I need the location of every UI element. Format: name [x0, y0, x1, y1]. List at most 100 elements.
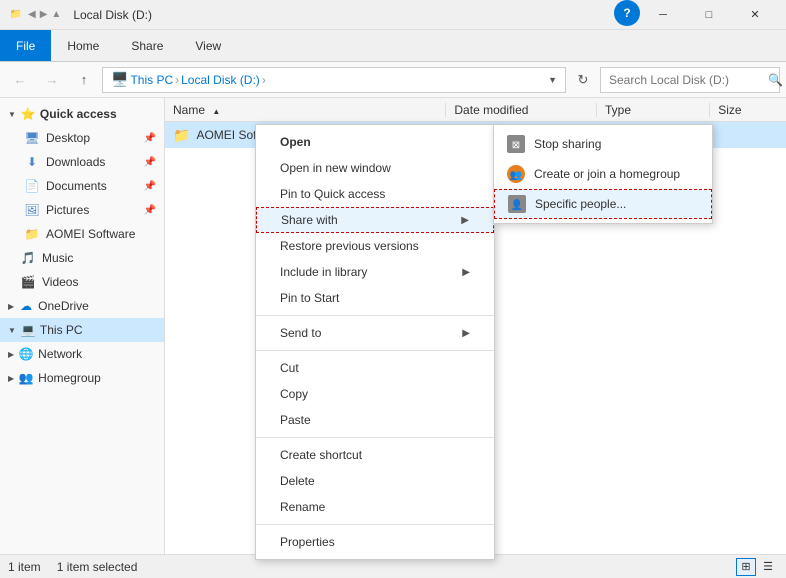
ctx-share-with[interactable]: Share with ▶ — [256, 207, 494, 233]
breadcrumb-thispc[interactable]: This PC — [130, 73, 173, 87]
ribbon-tabs: File Home Share View — [0, 30, 237, 61]
specific-people-label: Specific people... — [535, 197, 626, 211]
ctx-pin-quickaccess[interactable]: Pin to Quick access — [256, 181, 494, 207]
sub-specific-people[interactable]: 👤 Specific people... — [494, 189, 712, 219]
ctx-send-to[interactable]: Send to ▶ — [256, 320, 494, 346]
sidebar-item-music[interactable]: 🎵 Music — [0, 246, 164, 270]
svg-text:👥: 👥 — [510, 170, 522, 181]
ctx-restore-versions[interactable]: Restore previous versions — [256, 233, 494, 259]
music-icon: 🎵 — [20, 250, 36, 266]
thispc-icon: 💻 — [20, 322, 36, 338]
ctx-include-label: Include in library — [280, 265, 367, 279]
close-button[interactable]: ✕ — [732, 0, 778, 30]
sidebar-section-thispc[interactable]: ▼ 💻 This PC — [0, 318, 164, 342]
ctx-include-library[interactable]: Include in library ▶ — [256, 259, 494, 285]
minimize-button[interactable]: ─ — [640, 0, 686, 30]
item-count: 1 item — [8, 560, 41, 574]
col-header-date[interactable]: Date modified — [446, 103, 597, 117]
ctx-sep-3 — [256, 437, 494, 438]
specific-people-icon: 👤 — [507, 194, 527, 214]
ctx-pin-start[interactable]: Pin to Start — [256, 285, 494, 311]
network-icon: 🌐 — [18, 346, 34, 362]
sort-arrow-name: ▲ — [212, 107, 220, 116]
sidebar-section-homegroup[interactable]: ▶ 👥 Homegroup — [0, 366, 164, 390]
breadcrumb-localdisk[interactable]: Local Disk (D:) — [181, 73, 260, 87]
refresh-button[interactable]: ↻ — [570, 67, 596, 93]
ctx-delete[interactable]: Delete — [256, 468, 494, 494]
documents-icon: 📄 — [24, 178, 40, 194]
context-menu: Open Open in new window Pin to Quick acc… — [255, 124, 495, 560]
col-header-name[interactable]: Name ▲ — [165, 103, 446, 117]
expand-arrow-network: ▶ — [8, 350, 14, 359]
ctx-properties[interactable]: Properties — [256, 529, 494, 555]
help-button[interactable]: ? — [614, 0, 640, 26]
tab-home[interactable]: Home — [51, 30, 115, 61]
breadcrumb-icon: 🖥️ — [111, 71, 128, 88]
back-quick-icon: ◀ — [28, 9, 36, 20]
homegroup-share-label: Create or join a homegroup — [534, 167, 680, 181]
sidebar-section-onedrive[interactable]: ▶ ☁ OneDrive — [0, 294, 164, 318]
submenu-share: ⊠ Stop sharing 👥 Create or join a homegr… — [493, 124, 713, 224]
svg-text:👤: 👤 — [511, 198, 523, 211]
tab-view[interactable]: View — [179, 30, 237, 61]
sidebar-label-quickaccess: Quick access — [40, 107, 117, 121]
sidebar-item-desktop[interactable]: 🖥 Desktop 📌 — [12, 126, 164, 150]
sidebar-item-aomei-quick[interactable]: 📁 AOMEI Software — [12, 222, 164, 246]
ctx-open-new-window[interactable]: Open in new window — [256, 155, 494, 181]
col-header-type[interactable]: Type — [597, 103, 710, 117]
homegroup-icon: 👥 — [18, 370, 34, 386]
sidebar-label-music: Music — [42, 251, 73, 265]
aomei-icon-quick: 📁 — [24, 226, 40, 242]
ctx-cut[interactable]: Cut — [256, 355, 494, 381]
address-box[interactable]: 🖥️ This PC › Local Disk (D:) › ▼ — [102, 67, 566, 93]
forward-button[interactable]: → — [38, 67, 66, 93]
tab-share[interactable]: Share — [115, 30, 179, 61]
ctx-rename[interactable]: Rename — [256, 494, 494, 520]
sidebar-label-downloads: Downloads — [46, 155, 105, 169]
sidebar-section-network[interactable]: ▶ 🌐 Network — [0, 342, 164, 366]
sidebar-item-pictures[interactable]: 🖼 Pictures 📌 — [12, 198, 164, 222]
stop-sharing-icon: ⊠ — [506, 134, 526, 154]
sidebar-label-thispc: This PC — [40, 323, 83, 337]
ribbon: File Home Share View — [0, 30, 786, 62]
forward-quick-icon: ▶ — [40, 9, 48, 20]
tab-file[interactable]: File — [0, 30, 51, 61]
search-icon[interactable]: 🔍 — [768, 73, 783, 87]
view-details-button[interactable]: ☰ — [758, 558, 778, 576]
search-box: 🔍 — [600, 67, 780, 93]
back-button[interactable]: ← — [6, 67, 34, 93]
expand-arrow-onedrive: ▶ — [8, 302, 14, 311]
sidebar-item-videos[interactable]: 🎬 Videos — [0, 270, 164, 294]
window-title: Local Disk (D:) — [73, 8, 610, 22]
sidebar-item-documents[interactable]: 📄 Documents 📌 — [12, 174, 164, 198]
search-input[interactable] — [609, 73, 764, 87]
selected-count: 1 item selected — [57, 560, 138, 574]
sidebar-label-onedrive: OneDrive — [38, 299, 89, 313]
col-size-label: Size — [718, 103, 741, 117]
sidebar-item-downloads[interactable]: ⬇ Downloads 📌 — [12, 150, 164, 174]
sidebar-section-quickaccess[interactable]: ▼ ⭐ Quick access — [0, 102, 164, 126]
ctx-copy[interactable]: Copy — [256, 381, 494, 407]
filelist-header: Name ▲ Date modified Type Size — [165, 98, 786, 122]
folder-icon: 📁 — [173, 127, 190, 144]
ctx-share-label: Share with — [281, 213, 338, 227]
addressbar: ← → ↑ 🖥️ This PC › Local Disk (D:) › ▼ ↻… — [0, 62, 786, 98]
titlebar: 📁 ◀ ▶ ▲ Local Disk (D:) ? ─ □ ✕ — [0, 0, 786, 30]
ctx-create-shortcut[interactable]: Create shortcut — [256, 442, 494, 468]
view-toggle: ⊞ ☰ — [736, 558, 778, 576]
view-large-icons-button[interactable]: ⊞ — [736, 558, 756, 576]
ctx-open[interactable]: Open — [256, 129, 494, 155]
svg-text:⊠: ⊠ — [512, 140, 520, 151]
sidebar-label-pictures: Pictures — [46, 203, 89, 217]
sub-homegroup[interactable]: 👥 Create or join a homegroup — [494, 159, 712, 189]
col-header-size[interactable]: Size — [710, 103, 786, 117]
quickaccess-icon: ⭐ — [20, 106, 36, 122]
up-quick-icon: ▲ — [51, 9, 61, 20]
ctx-paste[interactable]: Paste — [256, 407, 494, 433]
sidebar-label-videos: Videos — [42, 275, 78, 289]
maximize-button[interactable]: □ — [686, 0, 732, 30]
sub-stop-sharing[interactable]: ⊠ Stop sharing — [494, 129, 712, 159]
sidebar-label-aomei-quick: AOMEI Software — [46, 227, 135, 241]
up-button[interactable]: ↑ — [70, 67, 98, 93]
address-dropdown-icon[interactable]: ▼ — [548, 75, 557, 85]
